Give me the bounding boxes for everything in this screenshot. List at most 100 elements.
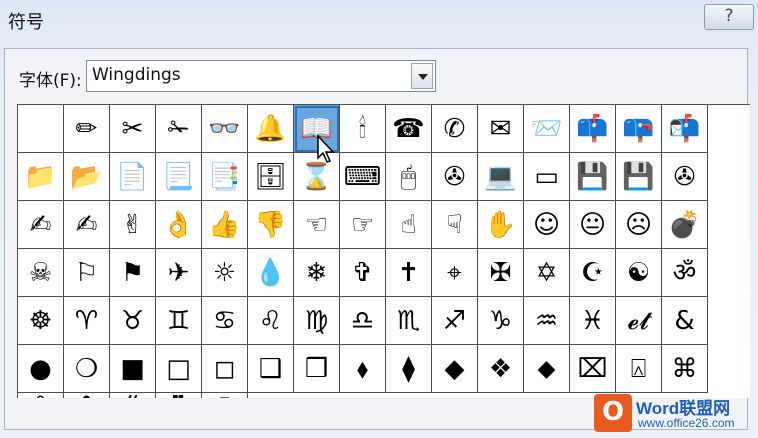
symbol-cell[interactable]: 👌 — [156, 201, 202, 249]
symbol-cell[interactable]: ❑ — [248, 345, 294, 393]
symbol-cell[interactable]: ✍ — [64, 201, 110, 249]
symbol-cell[interactable]: ✝ — [386, 249, 432, 297]
symbol-cell[interactable]: 🖱 — [386, 153, 432, 201]
symbol-cell[interactable]: ☸ — [18, 297, 64, 345]
symbol-cell[interactable]: ✇ — [662, 153, 708, 201]
symbol-cell[interactable]: ❍ — [64, 345, 110, 393]
symbol-cell[interactable]: ☎ — [386, 105, 432, 153]
symbol-cell[interactable]: 😐 — [570, 201, 616, 249]
symbol-cell[interactable]: 📪 — [616, 105, 662, 153]
symbol-glyph: 📂 — [70, 161, 103, 192]
symbol-cell[interactable]: ⬥ — [524, 345, 570, 393]
symbol-cell[interactable]: ॐ — [662, 249, 708, 297]
symbol-cell[interactable]: 📑 — [202, 153, 248, 201]
symbol-cell[interactable]: ❞ — [156, 393, 202, 398]
symbol-cell[interactable]: ♒ — [524, 297, 570, 345]
symbol-cell[interactable]: 📁 — [18, 153, 64, 201]
symbol-cell[interactable]: ♊ — [156, 297, 202, 345]
symbol-cell[interactable]: 👎 — [248, 201, 294, 249]
symbol-cell[interactable]: 📨 — [524, 105, 570, 153]
symbol-cell[interactable]: ♌ — [248, 297, 294, 345]
symbol-cell[interactable]: 📫 — [570, 105, 616, 153]
symbol-cell[interactable]: ♍ — [294, 297, 340, 345]
symbol-cell[interactable]: 📂 — [64, 153, 110, 201]
symbol-cell[interactable]: ♏ — [386, 297, 432, 345]
symbol-cell[interactable]: ⌧ — [570, 345, 616, 393]
symbol-cell[interactable] — [18, 105, 64, 153]
symbol-cell[interactable]: ⚐ — [64, 249, 110, 297]
symbol-cell[interactable]: 💣 — [662, 201, 708, 249]
symbol-cell[interactable]: ✆ — [432, 105, 478, 153]
symbol-cell[interactable]: ⧫ — [386, 345, 432, 393]
symbol-cell[interactable]: ♓ — [570, 297, 616, 345]
symbol-cell[interactable]: 🔔 — [248, 105, 294, 153]
symbol-cell[interactable]: ☜ — [294, 201, 340, 249]
symbol-cell[interactable]: 💾 — [616, 153, 662, 201]
symbol-cell[interactable]: ☯ — [616, 249, 662, 297]
symbol-cell[interactable]: ♈ — [64, 297, 110, 345]
symbol-cell[interactable]: ⍓ — [616, 345, 662, 393]
symbol-cell[interactable]: ● — [18, 345, 64, 393]
symbol-cell[interactable]: 👓 — [202, 105, 248, 153]
symbol-cell[interactable]: ☼ — [202, 249, 248, 297]
symbol-cell[interactable]: ❒ — [294, 345, 340, 393]
symbol-cell[interactable]: ⌨ — [340, 153, 386, 201]
symbol-cell[interactable]: ✠ — [478, 249, 524, 297]
symbol-cell[interactable]: ■ — [110, 345, 156, 393]
symbol-cell[interactable]: ▯ — [202, 393, 248, 398]
symbol-cell[interactable]: ✉ — [478, 105, 524, 153]
symbol-cell[interactable]: ✌ — [110, 201, 156, 249]
symbol-cell[interactable]: ✞ — [340, 249, 386, 297]
symbol-cell[interactable]: ☺ — [524, 201, 570, 249]
symbol-cell[interactable]: ✁ — [156, 105, 202, 153]
symbol-cell[interactable]: 🗄 — [248, 153, 294, 201]
symbol-cell[interactable]: ☟ — [432, 201, 478, 249]
symbol-cell[interactable]: □ — [156, 345, 202, 393]
symbol-cell[interactable]: ✋ — [478, 201, 524, 249]
symbol-cell[interactable]: ❄ — [294, 249, 340, 297]
symbol-cell[interactable]: ☹ — [616, 201, 662, 249]
symbol-cell[interactable]: ✂ — [110, 105, 156, 153]
symbol-cell[interactable]: ✿ — [64, 393, 110, 398]
symbol-cell[interactable]: ☠ — [18, 249, 64, 297]
font-select[interactable]: Wingdings — [86, 60, 436, 92]
symbol-cell[interactable]: ♐ — [432, 297, 478, 345]
symbol-cell[interactable]: ☪ — [570, 249, 616, 297]
symbol-cell[interactable]: ☞ — [340, 201, 386, 249]
symbol-cell[interactable]: ♑ — [478, 297, 524, 345]
symbol-cell[interactable]: ☝ — [386, 201, 432, 249]
symbol-cell[interactable]: ⌖ — [432, 249, 478, 297]
symbol-cell[interactable]: ♋ — [202, 297, 248, 345]
symbol-cell[interactable]: ✡ — [524, 249, 570, 297]
help-button[interactable]: ? — [704, 4, 754, 30]
symbol-cell[interactable]: 💾 — [570, 153, 616, 201]
symbol-cell[interactable]: & — [662, 297, 708, 345]
symbol-cell[interactable]: ▭ — [524, 153, 570, 201]
symbol-cell[interactable]: 📬 — [662, 105, 708, 153]
symbol-cell[interactable]: ⚑ — [110, 249, 156, 297]
symbol-cell[interactable]: ⌘ — [662, 345, 708, 393]
symbol-cell[interactable]: ♎ — [340, 297, 386, 345]
symbol-glyph: ■ — [120, 353, 145, 384]
symbol-glyph: 💾 — [622, 161, 655, 192]
symbol-glyph: ♋ — [212, 305, 237, 336]
symbol-cell[interactable]: ⬧ — [340, 345, 386, 393]
symbol-cell[interactable]: ♉ — [110, 297, 156, 345]
symbol-cell[interactable]: ❝ — [110, 393, 156, 398]
symbol-cell[interactable]: ✍ — [18, 201, 64, 249]
symbol-cell[interactable]: 💻 — [478, 153, 524, 201]
symbol-cell[interactable]: ❖ — [478, 345, 524, 393]
symbol-cell[interactable]: 𝓮𝓽 — [616, 297, 662, 345]
symbol-cell[interactable]: ◻ — [202, 345, 248, 393]
symbol-cell[interactable]: 👍 — [202, 201, 248, 249]
symbol-cell[interactable]: ✇ — [432, 153, 478, 201]
symbol-cell[interactable]: 💧 — [248, 249, 294, 297]
symbol-cell[interactable]: 📄 — [110, 153, 156, 201]
symbol-cell[interactable]: ◆ — [432, 345, 478, 393]
symbol-cell[interactable]: ✏ — [64, 105, 110, 153]
symbol-cell[interactable]: ❀ — [18, 393, 64, 398]
symbol-cell[interactable]: 📃 — [156, 153, 202, 201]
symbol-cell[interactable]: ✈ — [156, 249, 202, 297]
chevron-down-icon[interactable] — [411, 63, 433, 89]
symbol-cell[interactable]: 🕯 — [340, 105, 386, 153]
